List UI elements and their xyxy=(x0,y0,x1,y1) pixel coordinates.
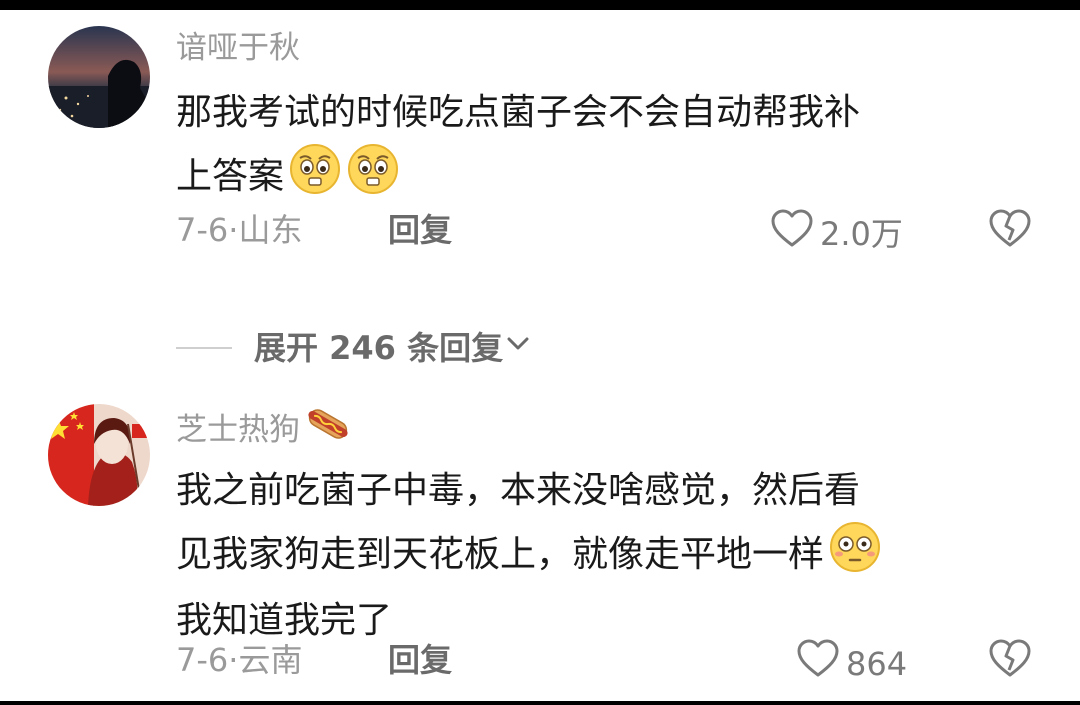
top-black-bar xyxy=(0,0,1080,10)
comment-line: 我之前吃菌子中毒，本来没啥感觉，然后看 xyxy=(176,470,861,511)
avatar[interactable] xyxy=(48,404,150,506)
comment-text: 我之前吃菌子中毒，本来没啥感觉，然后看 见我家狗走到天花板上，就像走平地一样 我… xyxy=(176,462,1036,650)
comment-location: 山东 xyxy=(238,211,303,249)
divider-line xyxy=(176,347,232,349)
comment-text: 那我考试的时候吃点菌子会不会自动帮我补 上答案 xyxy=(176,84,1036,214)
dislike-button[interactable] xyxy=(988,638,1032,682)
pleading-face-emoji-icon xyxy=(288,142,342,214)
chevron-down-icon xyxy=(503,326,533,370)
comment-line: 那我考试的时候吃点菌子会不会自动帮我补 xyxy=(176,92,861,133)
broken-heart-icon xyxy=(988,209,1032,252)
like-button[interactable]: 2.0万 xyxy=(770,208,903,259)
username[interactable]: 芝士热狗 xyxy=(176,404,352,456)
comment-location: 云南 xyxy=(238,641,303,679)
hotdog-emoji-icon xyxy=(304,404,352,456)
comment-meta: 7-6 · 云南 回复 xyxy=(176,638,452,682)
like-count: 864 xyxy=(846,644,908,683)
comment-date: 7-6 xyxy=(176,211,229,249)
heart-icon xyxy=(770,208,814,259)
separator-dot: · xyxy=(228,211,239,249)
separator-dot: · xyxy=(228,641,239,679)
bottom-black-bar xyxy=(0,701,1080,705)
expand-replies-button[interactable]: 展开 246 条回复 xyxy=(176,326,533,370)
avatar[interactable] xyxy=(48,26,150,128)
username-text: 芝士热狗 xyxy=(176,412,300,448)
dislike-button[interactable] xyxy=(988,208,1032,252)
like-count: 2.0万 xyxy=(820,214,903,253)
expand-replies-label: 展开 246 条回复 xyxy=(254,329,504,367)
reply-button[interactable]: 回复 xyxy=(388,208,452,252)
broken-heart-icon xyxy=(988,639,1032,682)
username[interactable]: 谙哑于秋 xyxy=(176,26,300,70)
heart-icon xyxy=(796,638,840,689)
like-button[interactable]: 864 xyxy=(796,638,907,689)
comment-line-with-emoji: 见我家狗走到天花板上，就像走平地一样 xyxy=(176,520,1036,592)
comment-line: 见我家狗走到天花板上，就像走平地一样 xyxy=(176,534,825,575)
comment-line: 上答案 xyxy=(176,156,285,197)
comment-date: 7-6 xyxy=(176,641,229,679)
pleading-face-emoji-icon xyxy=(346,142,400,214)
comment-line-with-emoji: 上答案 xyxy=(176,142,1036,214)
username-text: 谙哑于秋 xyxy=(176,30,300,66)
comment-meta: 7-6 · 山东 回复 xyxy=(176,208,452,252)
flushed-face-emoji-icon xyxy=(828,520,882,592)
reply-button[interactable]: 回复 xyxy=(388,638,452,682)
